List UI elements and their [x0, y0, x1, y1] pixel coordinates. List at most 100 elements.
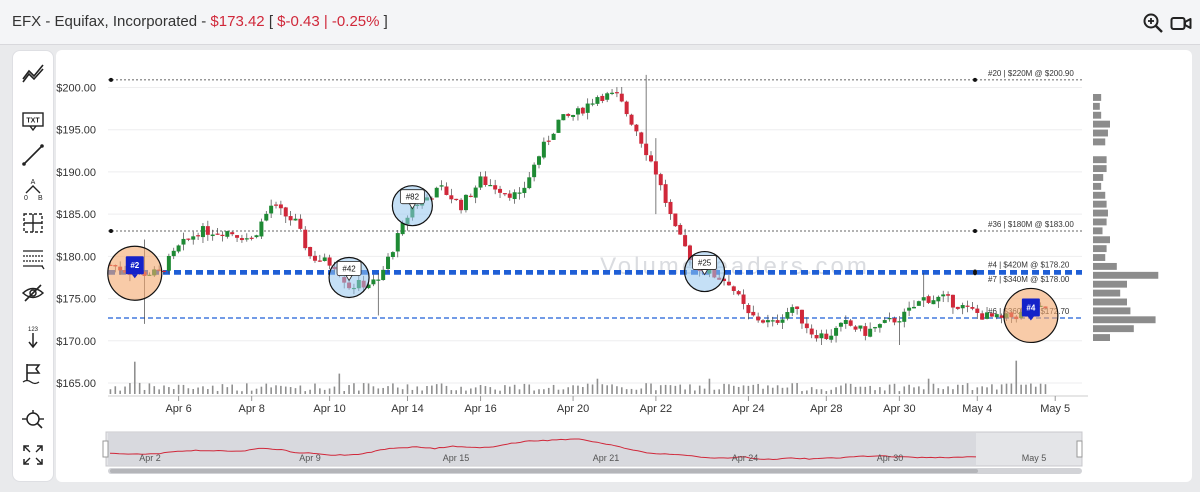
volume-bar	[918, 386, 920, 394]
volume-bar	[976, 387, 979, 394]
candle-body	[741, 294, 746, 304]
volume-bar	[289, 387, 292, 394]
volume-bar	[353, 383, 355, 394]
volume-bar	[830, 389, 832, 394]
candle-body	[395, 233, 400, 252]
volume-bar	[796, 382, 798, 394]
candle-body	[274, 204, 279, 206]
profile-bar	[1093, 138, 1106, 146]
navigator[interactable]: Apr 2 Apr 9 Apr 15 Apr 21 Apr 24 Apr 30 May 5	[102, 431, 1083, 474]
candle-body	[858, 325, 863, 329]
candle-body	[166, 255, 171, 271]
y-tick-label: $175.00	[56, 294, 96, 306]
y-tick-label: $180.00	[56, 251, 96, 263]
profile-bar	[1093, 289, 1121, 297]
trade-marker-label: #82	[406, 193, 420, 202]
volume-bar	[241, 391, 243, 394]
volume-bar	[937, 388, 940, 394]
y-tick-label: $165.00	[56, 378, 96, 390]
volume-bar	[504, 385, 506, 394]
candle-body	[678, 224, 683, 235]
volume-bar	[991, 384, 993, 394]
candle-body	[444, 186, 449, 195]
candle-body	[799, 309, 804, 324]
volume-bar	[348, 385, 350, 394]
candle-body	[298, 218, 303, 229]
candle-body	[215, 233, 220, 235]
volume-bar	[508, 386, 511, 394]
candle-body	[239, 238, 244, 241]
candle-body	[916, 301, 921, 306]
candle-body	[181, 238, 186, 245]
volume-bar	[479, 384, 482, 394]
volume-bar	[757, 383, 759, 394]
volume-bar	[611, 384, 613, 394]
volume-bar	[947, 386, 949, 394]
candle-body	[478, 176, 483, 188]
candle-body	[522, 187, 527, 194]
profile-bar	[1093, 156, 1107, 164]
price-chart[interactable]: $200.00 $195.00 $190.00 $185.00 $180.00 $175.…	[0, 0, 1200, 492]
volume-bar	[737, 386, 740, 394]
volume-bar	[450, 390, 453, 394]
volume-bar	[854, 386, 857, 394]
volume-bar	[606, 385, 608, 394]
candle-body	[624, 101, 629, 115]
watermark: VolumeLeaders.com	[600, 253, 867, 280]
candle-body	[751, 311, 756, 316]
candle-body	[546, 140, 551, 142]
volume-bar	[694, 390, 696, 394]
volume-bar	[396, 387, 399, 394]
profile-bar	[1093, 174, 1104, 181]
volume-bar	[470, 388, 472, 394]
candle-body	[965, 305, 970, 307]
volume-bar	[1044, 384, 1047, 394]
volume-bar	[718, 389, 720, 394]
volume-bar	[547, 387, 550, 394]
navigator-handle-right	[1076, 440, 1083, 458]
volume-bar	[562, 389, 565, 394]
candle-body	[507, 193, 512, 198]
volume-bar	[260, 386, 263, 394]
volume-bar	[328, 388, 331, 394]
candle-body	[220, 234, 225, 237]
candle-body	[488, 184, 493, 187]
navigator-label: Apr 21	[593, 453, 620, 463]
x-tick-label: May 4	[962, 403, 992, 415]
profile-bar	[1093, 334, 1110, 341]
candle-body	[571, 114, 576, 117]
volume-bar	[801, 391, 803, 394]
candle-body	[950, 294, 955, 308]
volume-bar	[908, 384, 910, 394]
volume-bar	[689, 384, 691, 394]
volume-bar	[207, 389, 209, 394]
candle-body	[868, 328, 873, 337]
volume-bar	[299, 385, 302, 394]
navigator-label: Apr 15	[443, 453, 470, 463]
candle-body	[561, 114, 566, 121]
profile-bar	[1093, 191, 1106, 199]
candle-body	[994, 314, 999, 318]
candle-body	[269, 205, 274, 214]
candle-body	[765, 320, 770, 323]
candle-body	[649, 155, 654, 162]
volume-bar	[421, 390, 423, 394]
volume-bar	[1005, 383, 1008, 394]
level-endpoint	[109, 229, 113, 234]
profile-bar	[1093, 120, 1110, 128]
profile-bar	[1093, 111, 1102, 119]
candle-body	[907, 307, 912, 311]
navigator-label: Apr 9	[299, 453, 321, 463]
candle-body	[312, 255, 317, 261]
profile-bar	[1093, 182, 1102, 190]
candle-body	[790, 307, 795, 313]
profile-bar	[1093, 200, 1107, 208]
volume-bar	[197, 387, 199, 394]
candle-body	[162, 270, 167, 272]
level-label: #36 | $180M @ $183.00	[988, 220, 1074, 229]
volume-bar	[377, 388, 380, 394]
candle-body	[610, 92, 615, 94]
candle-body	[746, 304, 751, 314]
volume-bar	[382, 387, 384, 394]
candle-body	[575, 108, 580, 115]
